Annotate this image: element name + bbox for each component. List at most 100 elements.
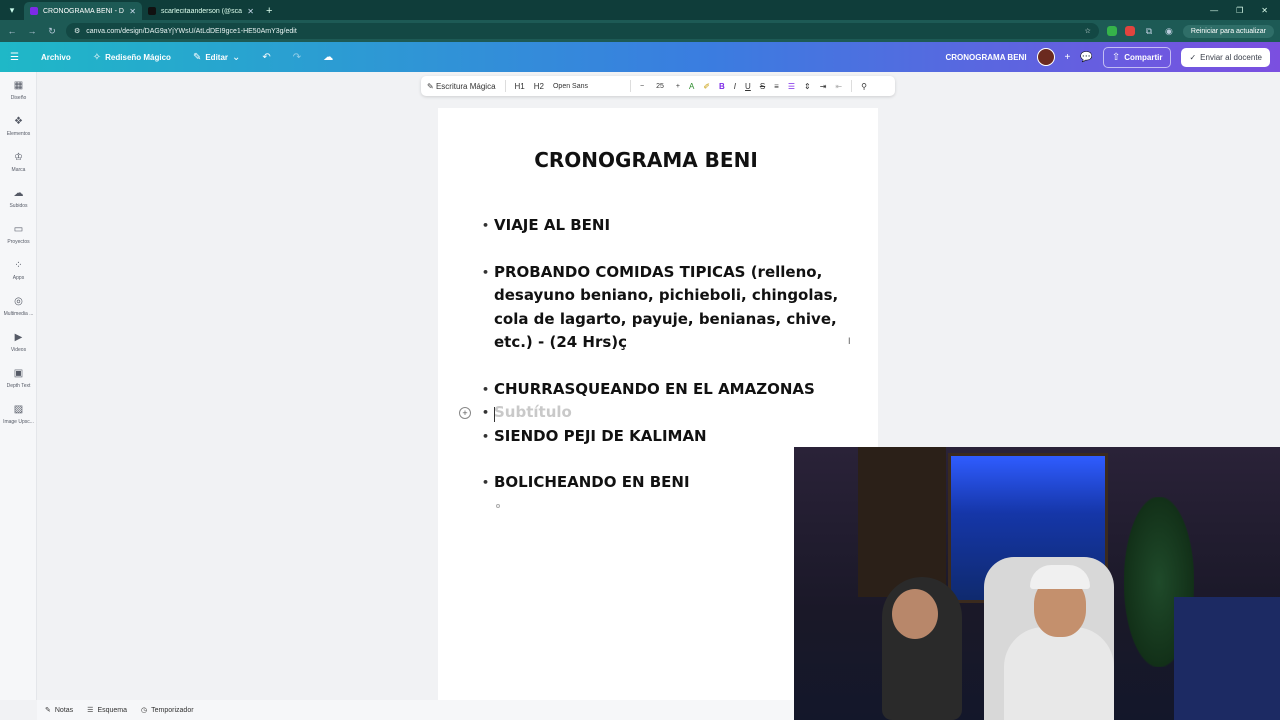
sidebar-item-image-upscale[interactable]: ▨ Image Upsc...	[0, 396, 37, 432]
list-item[interactable]: SIENDO PEJI DE KALIMAN	[482, 425, 842, 449]
underline-icon[interactable]: U	[745, 82, 751, 91]
apps-icon: ⁘	[14, 259, 23, 271]
depth-text-icon: ▣	[13, 367, 24, 379]
webcam-overlay	[794, 447, 1280, 720]
sidebar-item-multimedia[interactable]: ◎ Multimedia ...	[0, 288, 37, 324]
sidebar-item-label: Multimedia ...	[3, 310, 34, 317]
maximize-icon[interactable]: ❐	[1236, 6, 1243, 15]
webcam-couch	[1174, 597, 1280, 720]
close-tab-icon[interactable]: ✕	[129, 7, 136, 16]
list-item[interactable]: BOLICHEANDO EN BENI	[482, 471, 842, 495]
highlight-icon[interactable]: ✐	[703, 82, 710, 91]
document-title[interactable]: CRONOGRAMA BENI	[946, 53, 1027, 62]
text-color-icon[interactable]: A	[689, 82, 694, 91]
ibeam-cursor-icon: I	[848, 336, 851, 346]
extension-icon[interactable]	[1106, 26, 1117, 36]
back-icon[interactable]: ←	[6, 26, 18, 36]
avatar[interactable]	[1036, 48, 1055, 66]
browser-tab-canva[interactable]: CRONOGRAMA BENI - Doc ✕	[24, 2, 142, 20]
tab-search-icon[interactable]: ▾	[4, 2, 20, 18]
minimize-icon[interactable]: —	[1210, 6, 1218, 15]
add-block-icon[interactable]: +	[459, 407, 471, 419]
list-item[interactable]: CHURRASQUEANDO EN EL AMAZONAS	[482, 378, 842, 402]
puzzle-extensions-icon[interactable]: ⧉	[1143, 26, 1155, 37]
video-icon: ▶	[14, 331, 23, 343]
hamburger-menu-icon[interactable]: ☰	[10, 52, 19, 63]
sidebar-item-apps[interactable]: ⁘ Apps	[0, 252, 37, 288]
pencil-icon: ✎	[192, 51, 202, 63]
sidebar-item-depth-text[interactable]: ▣ Depth Text	[0, 360, 37, 396]
heading1-button[interactable]: H1	[515, 82, 525, 91]
notes-button[interactable]: ✎ Notas	[45, 706, 73, 715]
url-field[interactable]: ⚙ canva.com/design/DAG9aYjYWsU/AtLdDEI9g…	[66, 23, 1099, 39]
timer-icon: ◷	[141, 707, 148, 714]
timer-button[interactable]: ◷ Temporizador	[141, 706, 194, 715]
timer-label: Temporizador	[151, 706, 194, 714]
share-button[interactable]: ⇧ Compartir	[1102, 46, 1172, 68]
sidebar-item-design[interactable]: ▦ Diseño	[0, 72, 37, 108]
browser-tab-strip: ▾ CRONOGRAMA BENI - Doc ✕ scarlecitaande…	[0, 0, 1280, 20]
sidebar-item-label: Image Upsc...	[3, 418, 34, 425]
notes-icon: ✎	[45, 707, 51, 714]
undo-icon[interactable]: ↶	[262, 52, 270, 63]
outdent-icon[interactable]: ⇤	[835, 82, 842, 91]
browser-tab-tiktok[interactable]: scarlecitaanderson (@scarleh... ✕	[142, 2, 260, 20]
send-label: Enviar al docente	[1200, 52, 1262, 62]
address-bar: ← → ↻ ⚙ canva.com/design/DAG9aYjYWsU/AtL…	[0, 20, 1280, 42]
divider	[629, 80, 631, 92]
site-info-icon[interactable]: ⚙	[74, 27, 80, 35]
increase-size-icon[interactable]: +	[676, 83, 680, 90]
decrease-size-icon[interactable]: −	[640, 83, 644, 90]
list-item[interactable]: PROBANDO COMIDAS TIPICAS (relleno, desay…	[482, 261, 842, 355]
reload-icon[interactable]: ↻	[46, 26, 58, 37]
subtitle-placeholder[interactable]: Subtítulo	[482, 401, 842, 425]
share-label: Compartir	[1124, 52, 1163, 62]
sidebar-item-uploads[interactable]: ☁ Subidos	[0, 180, 37, 216]
close-window-icon[interactable]: ✕	[1261, 6, 1268, 15]
bookmark-star-icon[interactable]: ☆	[1085, 27, 1091, 35]
text-toolbar: ✎ Escritura Mágica H1 H2 Open Sans − 25 …	[421, 76, 895, 96]
canva-header: ☰ Archivo ✧ Rediseño Mágico ✎ Editar ⌄ ↶ ↷ …	[0, 42, 1280, 72]
page-title[interactable]: CRONOGRAMA BENI	[438, 148, 854, 172]
close-tab-icon[interactable]: ✕	[247, 7, 254, 16]
sidebar-item-label: Videos	[10, 346, 27, 353]
comments-icon[interactable]: 💬	[1080, 52, 1092, 63]
new-tab-icon[interactable]: +	[266, 5, 272, 17]
paint-format-icon[interactable]: ⚲	[861, 82, 867, 91]
edit-menu-button[interactable]: ✎ Editar ⌄	[193, 52, 240, 63]
sidebar-item-label: Diseño	[10, 94, 27, 101]
image-upscale-icon: ▨	[13, 403, 24, 415]
send-to-teacher-button[interactable]: ✓ Enviar al docente	[1181, 47, 1270, 67]
magic-write-button[interactable]: ✎ Escritura Mágica	[427, 82, 496, 91]
spacing-icon[interactable]: ⇕	[804, 82, 811, 91]
list-item[interactable]: VIAJE AL BENI	[482, 214, 842, 238]
extension-icon[interactable]	[1124, 26, 1135, 36]
indent-icon[interactable]: ⇥	[820, 82, 827, 91]
font-size-input[interactable]: 25	[656, 83, 664, 90]
italic-icon[interactable]: I	[734, 82, 736, 91]
strikethrough-icon[interactable]: S	[760, 82, 765, 91]
font-family-select[interactable]: Open Sans	[553, 83, 621, 90]
align-left-icon[interactable]: ≡	[774, 82, 779, 91]
bullet-list[interactable]: VIAJE AL BENI PROBANDO COMIDAS TIPICAS (…	[482, 214, 842, 495]
profile-icon[interactable]: ◉	[1163, 26, 1175, 37]
outline-icon: ☰	[87, 707, 94, 714]
cloud-save-icon[interactable]: ☁	[323, 52, 333, 63]
sidebar-item-brand[interactable]: ♔ Marca	[0, 144, 37, 180]
sidebar-item-projects[interactable]: ▭ Proyectos	[0, 216, 37, 252]
magic-redesign-button[interactable]: ✧ Rediseño Mágico	[93, 52, 171, 63]
heading2-button[interactable]: H2	[534, 82, 544, 91]
outline-button[interactable]: ☰ Esquema	[87, 706, 127, 715]
restart-update-button[interactable]: Reiniciar para actualizar	[1182, 24, 1274, 38]
sidebar-item-elements[interactable]: ❖ Elementos	[0, 108, 37, 144]
add-collaborator-icon[interactable]: +	[1065, 52, 1071, 63]
redo-icon[interactable]: ↷	[293, 52, 301, 63]
sidebar-item-label: Proyectos	[7, 238, 30, 245]
sidebar-item-videos[interactable]: ▶ Videos	[0, 324, 37, 360]
webcam-person-right	[1004, 627, 1114, 720]
forward-icon[interactable]: →	[26, 26, 38, 36]
font-size-stepper: − 25 +	[640, 83, 680, 90]
bullet-list-icon[interactable]: ☰	[788, 82, 795, 91]
bold-icon[interactable]: B	[719, 82, 725, 91]
file-menu-button[interactable]: Archivo	[41, 53, 71, 62]
